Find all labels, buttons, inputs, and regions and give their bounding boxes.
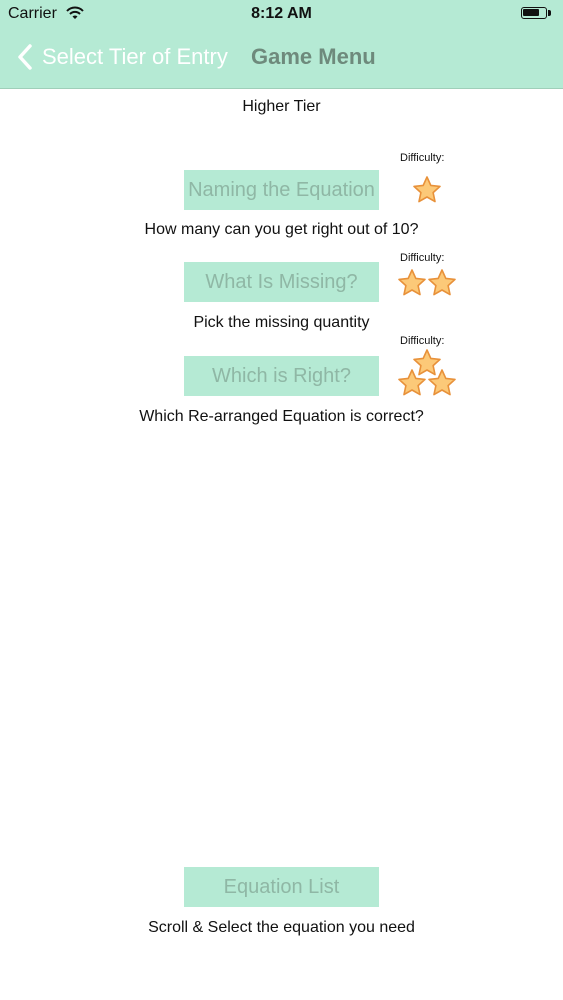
game-description: Pick the missing quantity	[193, 314, 370, 331]
back-button-label: Select Tier of Entry	[42, 44, 228, 69]
battery-nub	[548, 10, 551, 16]
which-is-right-button[interactable]: Which is Right?	[184, 356, 379, 396]
star-icon	[398, 369, 426, 396]
difficulty-label: Difficulty:	[400, 252, 445, 264]
star-icon	[398, 269, 426, 296]
clock: 8:12 AM	[251, 5, 312, 22]
game-description: Which Re-arranged Equation is correct?	[139, 408, 424, 425]
equation-list-button[interactable]: Equation List	[184, 867, 379, 907]
status-bar: Carrier 8:12 AM	[0, 0, 563, 28]
back-button[interactable]: Select Tier of Entry	[14, 40, 228, 74]
star-icon	[413, 176, 441, 203]
battery-level-fill	[523, 9, 539, 16]
tier-heading: Higher Tier	[242, 98, 321, 115]
navigation-bar: Carrier 8:12 AM Select Tier of Entry Gam…	[0, 0, 563, 89]
difficulty-label: Difficulty:	[400, 152, 445, 164]
star-icon	[428, 369, 456, 396]
page-title: Game Menu	[251, 44, 376, 69]
naming-the-equation-button[interactable]: Naming the Equation	[184, 170, 379, 210]
chevron-left-icon	[18, 44, 32, 70]
equation-list-description: Scroll & Select the equation you need	[148, 919, 415, 936]
battery-icon	[521, 7, 547, 19]
star-icon	[428, 269, 456, 296]
difficulty-label: Difficulty:	[400, 335, 445, 347]
game-description: How many can you get right out of 10?	[144, 221, 419, 238]
what-is-missing-button[interactable]: What Is Missing?	[184, 262, 379, 302]
